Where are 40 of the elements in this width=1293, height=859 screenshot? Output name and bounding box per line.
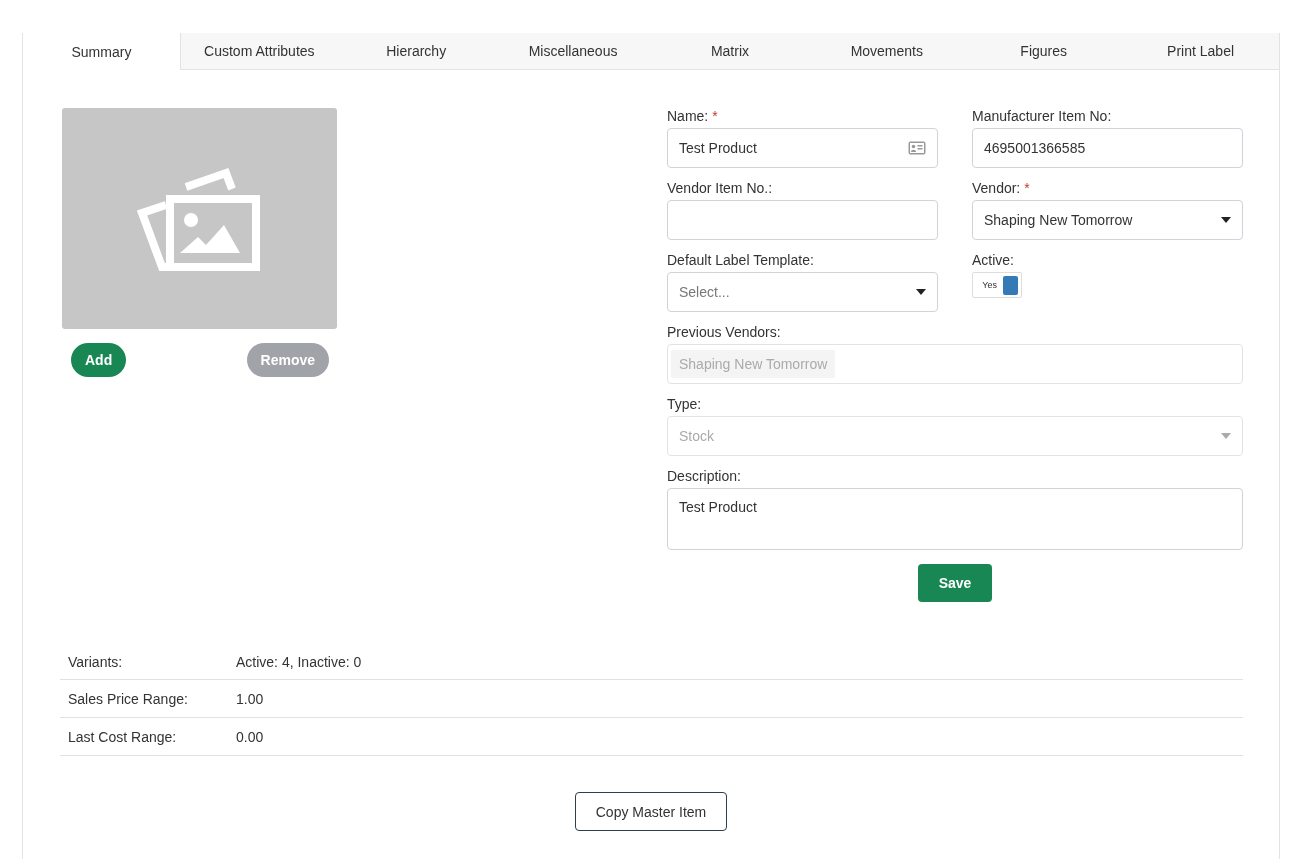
text-area[interactable]: Test Product — [667, 488, 1243, 550]
select-dropdown[interactable]: Shaping New Tomorrow — [972, 200, 1243, 240]
tab[interactable]: Figures — [965, 33, 1123, 69]
field-label: Manufacturer Item No: — [972, 108, 1113, 124]
copy-master-item-button[interactable]: Copy Master Item — [574, 792, 728, 831]
field-label: Name: * — [667, 108, 719, 124]
contact-card-icon — [908, 141, 926, 155]
tag: Shaping New Tomorrow — [671, 350, 836, 378]
summary-label: Variants: — [68, 653, 124, 670]
summary-value: 1.00 — [236, 690, 264, 707]
add-button[interactable]: Add — [71, 343, 127, 377]
save-button[interactable]: Save — [918, 564, 992, 602]
summary-value: Active: 4, Inactive: 0 — [236, 653, 362, 670]
input-field[interactable] — [667, 200, 938, 240]
toggle-switch[interactable]: Yes — [972, 272, 1022, 298]
caret-icon — [1221, 433, 1231, 439]
field-label: Active: — [972, 252, 1015, 268]
input-field[interactable]: 4695001366585 — [972, 128, 1243, 168]
required-mark: * — [1024, 180, 1030, 196]
caret-icon — [1221, 217, 1231, 223]
tab[interactable]: Print Label — [1122, 33, 1279, 69]
tab[interactable]: Hierarchy — [337, 33, 495, 69]
select-dropdown[interactable]: Select... — [667, 272, 938, 312]
caret-icon — [916, 289, 926, 295]
tab[interactable]: Miscellaneous — [494, 33, 652, 69]
tab[interactable]: Movements — [808, 33, 966, 69]
field-label: Previous Vendors: — [667, 324, 782, 340]
input-field[interactable]: Test Product — [667, 128, 938, 168]
tab[interactable]: Matrix — [651, 33, 809, 69]
tab[interactable]: Custom Attributes — [180, 33, 338, 69]
field-label: Vendor Item No.: — [667, 180, 774, 196]
summary-label: Last Cost Range: — [68, 728, 178, 745]
field-label: Description: — [667, 468, 742, 484]
tab[interactable]: Summary — [23, 33, 181, 70]
summary-value: 0.00 — [236, 728, 264, 745]
field-label: Default Label Template: — [667, 252, 815, 268]
field-label: Type: — [667, 396, 703, 412]
required-mark: * — [712, 108, 718, 124]
field-label: Vendor: * — [972, 180, 1031, 196]
summary-label: Sales Price Range: — [68, 690, 189, 707]
